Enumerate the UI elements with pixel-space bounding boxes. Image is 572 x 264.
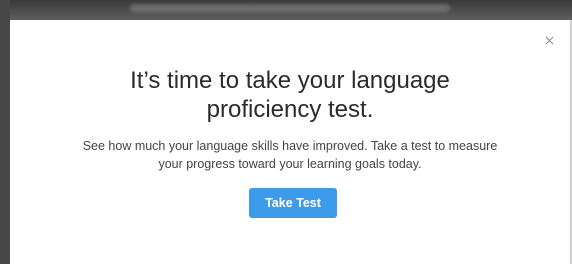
headline-line-2: proficiency test. <box>206 96 374 123</box>
background-page-edge <box>0 0 10 264</box>
headline-line-1: It’s time to take your language <box>130 67 450 94</box>
take-test-button[interactable]: Take Test <box>249 188 337 218</box>
page-backdrop: It’s time to take your language proficie… <box>0 0 572 264</box>
close-button[interactable] <box>542 32 556 46</box>
description-line-2: your progress toward your learning goals… <box>158 157 422 171</box>
background-page-strip <box>0 0 572 20</box>
close-icon[interactable] <box>545 30 554 49</box>
description-line-1: See how much your language skills have i… <box>82 139 498 153</box>
modal-headline: It’s time to take your language proficie… <box>10 66 570 124</box>
proficiency-test-modal: It’s time to take your language proficie… <box>10 20 570 264</box>
background-page-content <box>130 4 450 12</box>
modal-description: See how much your language skills have i… <box>10 137 570 173</box>
